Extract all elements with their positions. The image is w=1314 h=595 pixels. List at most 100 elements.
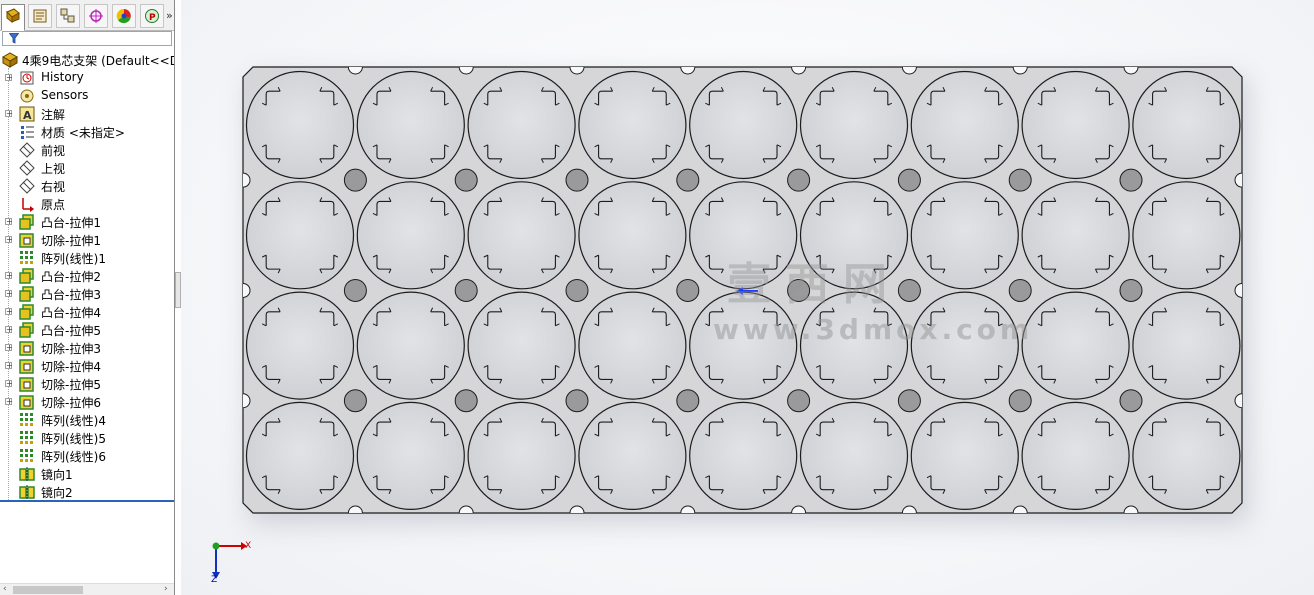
- configuration-icon: [60, 8, 75, 23]
- tree-item[interactable]: Sensors: [0, 87, 174, 105]
- linear-pattern-icon: [19, 448, 35, 464]
- cell-hole: [356, 401, 465, 510]
- property-manager-icon: [33, 9, 47, 23]
- cell-hole: [799, 401, 909, 510]
- cell-hole: [578, 401, 687, 510]
- tree-item[interactable]: + A 注解: [0, 105, 174, 123]
- tab-configuration-manager[interactable]: [56, 4, 80, 28]
- scrollbar-thumb[interactable]: [13, 586, 83, 594]
- tree-root-part[interactable]: 4乘9电芯支架 (Default<<D: [0, 51, 174, 69]
- cell-hole: [1021, 291, 1130, 400]
- tree-horizontal-scrollbar[interactable]: ‹ ›: [0, 583, 174, 595]
- expand-toggle-icon[interactable]: +: [5, 110, 13, 118]
- dimxpert-icon: [89, 9, 103, 23]
- tree-item[interactable]: 阵列(线性)6: [0, 447, 174, 465]
- filter-icon: [9, 33, 19, 44]
- expand-toggle-icon[interactable]: +: [5, 380, 13, 388]
- tree-item[interactable]: 阵列(线性)1: [0, 249, 174, 267]
- history-icon: [19, 70, 35, 86]
- tab-feature-manager[interactable]: [1, 4, 25, 31]
- cell-hole: [910, 70, 1019, 180]
- expand-toggle-icon[interactable]: +: [5, 236, 13, 244]
- tree-item-label: 切除-拉伸5: [41, 378, 101, 392]
- tree-item[interactable]: 上视: [0, 159, 174, 177]
- mirror-icon: [19, 466, 35, 482]
- expand-toggle-icon[interactable]: +: [5, 272, 13, 280]
- cell-hole: [799, 70, 909, 180]
- tree-item[interactable]: + 凸台-拉伸4: [0, 303, 174, 321]
- tree-item[interactable]: + 凸台-拉伸3: [0, 285, 174, 303]
- tree-item[interactable]: + 切除-拉伸6: [0, 393, 174, 411]
- mirror-icon: [19, 484, 35, 500]
- tree-item[interactable]: 材质 <未指定>: [0, 123, 174, 141]
- tree-item[interactable]: + 切除-拉伸3: [0, 339, 174, 357]
- scroll-left-icon[interactable]: ‹: [3, 584, 7, 594]
- tree-item-label: 凸台-拉伸3: [41, 288, 101, 302]
- expand-toggle-icon[interactable]: +: [5, 74, 13, 82]
- tree-item-label: 原点: [41, 198, 66, 212]
- cell-hole: [245, 401, 355, 510]
- tree-item-label: Sensors: [41, 88, 89, 102]
- tree-item[interactable]: 前视: [0, 141, 174, 159]
- tree-item-label: 右视: [41, 180, 66, 194]
- cell-hole: [1132, 70, 1241, 180]
- junction-hole: [454, 278, 478, 302]
- expand-toggle-icon[interactable]: +: [5, 308, 13, 316]
- cell-hole: [1021, 181, 1130, 290]
- annotations-icon: A: [19, 106, 35, 122]
- tree-item-label: 阵列(线性)1: [41, 252, 106, 266]
- expand-toggle-icon[interactable]: +: [5, 344, 13, 352]
- tab-overflow-chevron[interactable]: »: [166, 9, 173, 22]
- tree-item[interactable]: + 切除-拉伸4: [0, 357, 174, 375]
- cell-hole: [1132, 291, 1241, 400]
- tree-item[interactable]: + History: [0, 69, 174, 87]
- expand-toggle-icon[interactable]: +: [5, 398, 13, 406]
- cell-hole: [245, 181, 355, 290]
- expand-toggle-icon[interactable]: +: [5, 290, 13, 298]
- cell-hole: [245, 70, 355, 180]
- tab-dimxpert-manager[interactable]: [84, 4, 108, 28]
- expand-toggle-icon[interactable]: +: [5, 362, 13, 370]
- tab-plugin[interactable]: P: [140, 4, 164, 28]
- plugin-icon: P: [145, 9, 159, 23]
- tree-item[interactable]: + 切除-拉伸5: [0, 375, 174, 393]
- feature-manager-panel: P » 4乘9电芯支架 (Default<<D + History Sensors +…: [0, 0, 175, 595]
- tree-rollback-bar[interactable]: [0, 500, 174, 502]
- expand-toggle-icon[interactable]: +: [5, 326, 13, 334]
- graphics-area[interactable]: 壹西网 www.3dmox.com: [181, 0, 1314, 595]
- tree-item[interactable]: + 切除-拉伸1: [0, 231, 174, 249]
- tab-display-manager[interactable]: [112, 4, 136, 28]
- sensors-icon: [19, 88, 35, 104]
- tree-item-label: 前视: [41, 144, 66, 158]
- cell-hole: [467, 70, 576, 180]
- tab-property-manager[interactable]: [28, 4, 52, 28]
- tree-item[interactable]: 原点: [0, 195, 174, 213]
- tree-item[interactable]: 镜向2: [0, 483, 174, 501]
- junction-hole: [454, 389, 478, 413]
- scroll-right-icon[interactable]: ›: [164, 584, 168, 594]
- tree-item-label: 注解: [41, 108, 66, 122]
- tree-item[interactable]: + 凸台-拉伸2: [0, 267, 174, 285]
- panel-tab-bar: P »: [0, 0, 174, 31]
- cell-hole: [467, 291, 576, 400]
- tree-item-label: History: [41, 70, 84, 84]
- tree-filter-field[interactable]: [2, 31, 172, 46]
- plane-icon: [19, 178, 35, 194]
- tree-item[interactable]: 右视: [0, 177, 174, 195]
- expand-toggle-icon[interactable]: +: [5, 218, 13, 226]
- tree-item[interactable]: 镜向1: [0, 465, 174, 483]
- tree-item[interactable]: + 凸台-拉伸1: [0, 213, 174, 231]
- cell-hole: [467, 181, 576, 290]
- tree-item[interactable]: 阵列(线性)5: [0, 429, 174, 447]
- boss-extrude-icon: [19, 214, 35, 230]
- tree-item-label: 切除-拉伸1: [41, 234, 101, 248]
- tree-item-label: 切除-拉伸4: [41, 360, 101, 374]
- junction-hole: [1008, 389, 1032, 413]
- tree-item[interactable]: + 凸台-拉伸5: [0, 321, 174, 339]
- linear-pattern-icon: [19, 430, 35, 446]
- tree-item-label: 切除-拉伸6: [41, 396, 101, 410]
- watermark-title: 壹西网: [727, 259, 901, 310]
- tree-item[interactable]: 阵列(线性)4: [0, 411, 174, 429]
- triad-x-label: X: [245, 541, 252, 551]
- cell-hole: [1021, 70, 1130, 180]
